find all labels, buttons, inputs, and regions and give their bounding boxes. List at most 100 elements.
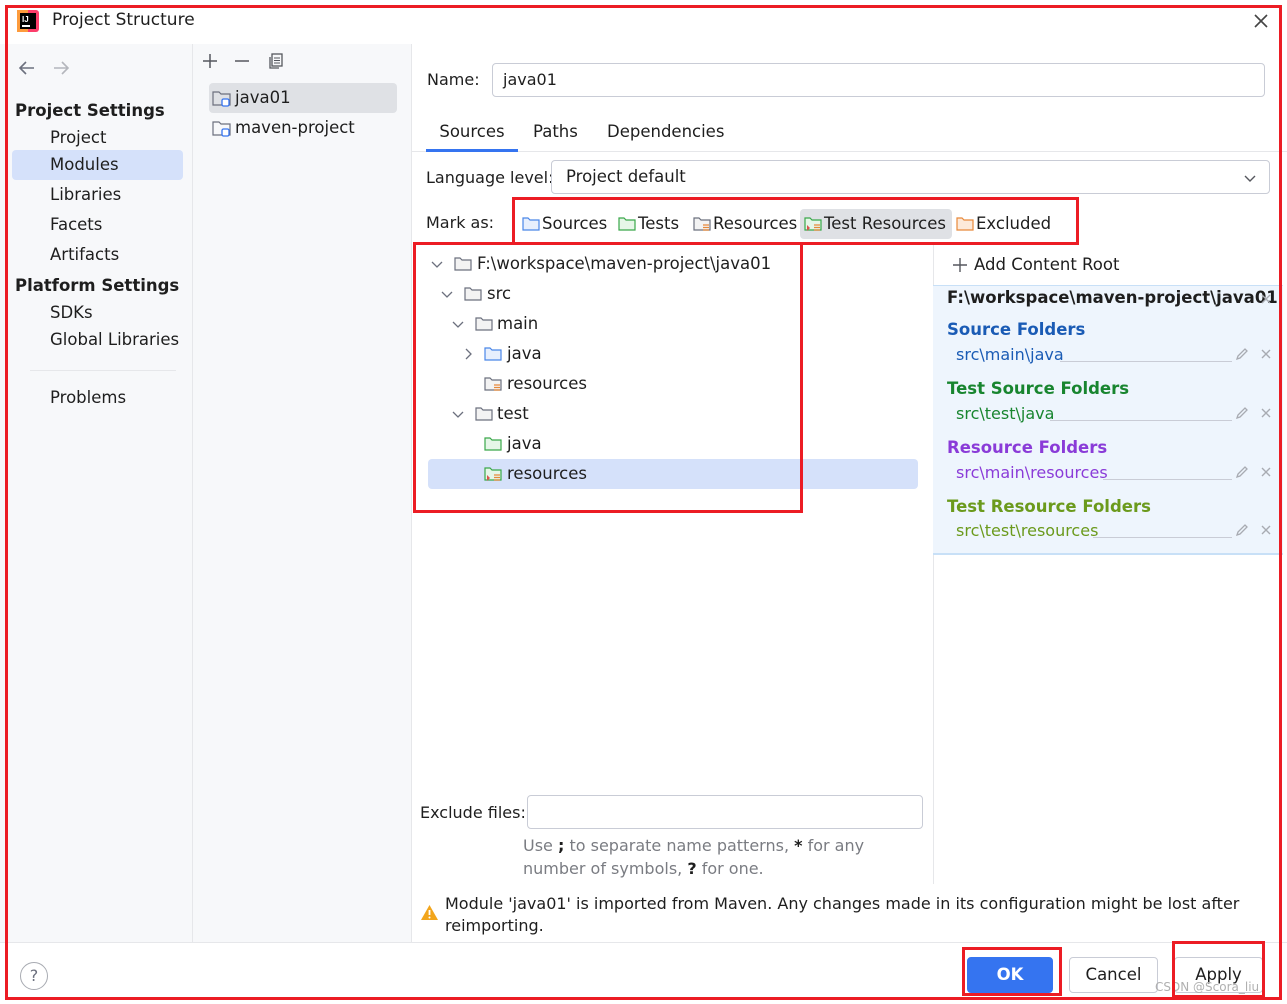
chevron-right-icon: [465, 348, 472, 360]
test-folder-icon: [618, 216, 636, 232]
content-root-path: F:\workspace\maven-project\java01: [947, 288, 1278, 307]
edit-test-resource-folder-button[interactable]: [1234, 522, 1250, 538]
source-folder-path: src\main\java: [956, 345, 1064, 364]
mark-test-resources-button[interactable]: Test Resources: [800, 209, 953, 239]
exclude-files-label: Exclude files:: [420, 803, 526, 822]
tree-row-test[interactable]: test: [451, 399, 921, 429]
source-folders-title: Source Folders: [947, 320, 1086, 339]
module-item-maven-project[interactable]: maven-project: [209, 113, 397, 143]
path-underline: [1103, 479, 1232, 480]
nav-divider: [30, 370, 176, 371]
edit-test-source-folder-button[interactable]: [1234, 405, 1250, 421]
mark-sources-label: Sources: [542, 214, 608, 233]
tree-label-test-java: java: [507, 434, 542, 453]
close-button[interactable]: [1248, 8, 1274, 34]
close-icon: [1261, 467, 1271, 477]
close-icon: [1261, 349, 1271, 359]
test-resource-folder-path: src\test\resources: [956, 521, 1099, 540]
mark-sources-button[interactable]: Sources: [518, 209, 613, 239]
tree-row-test-java[interactable]: java: [484, 429, 914, 459]
add-module-button[interactable]: [200, 51, 220, 71]
close-icon: [1261, 294, 1271, 304]
copy-module-button[interactable]: [266, 51, 286, 71]
maven-import-warning: Module 'java01' is imported from Maven. …: [420, 893, 1250, 937]
remove-module-button[interactable]: [232, 51, 252, 71]
cancel-button[interactable]: Cancel: [1069, 957, 1158, 993]
tab-sources[interactable]: Sources: [426, 122, 518, 152]
edit-source-folder-button[interactable]: [1234, 346, 1250, 362]
plus-icon: [203, 54, 217, 68]
path-underline: [1093, 537, 1232, 538]
folder-icon: [454, 257, 472, 271]
chevron-down-icon: [431, 261, 443, 268]
remove-source-folder-button[interactable]: [1258, 346, 1274, 362]
mark-tests-label: Tests: [638, 214, 680, 233]
add-content-root-button[interactable]: Add Content Root: [952, 254, 1119, 276]
nav-item-artifacts[interactable]: Artifacts: [12, 240, 183, 270]
tree-label-test: test: [497, 404, 529, 423]
test-resource-folder-icon: [484, 467, 502, 481]
nav-item-sdks[interactable]: SDKs: [12, 298, 183, 328]
excluded-folder-icon: [956, 216, 974, 232]
mark-tests-button[interactable]: Tests: [614, 209, 685, 239]
warning-icon: [420, 904, 439, 921]
close-icon: [1254, 14, 1268, 28]
nav-item-modules[interactable]: Modules: [12, 150, 183, 180]
pencil-icon: [1235, 524, 1248, 537]
language-level-label: Language level:: [426, 168, 554, 187]
resource-folder-path: src\main\resources: [956, 463, 1108, 482]
tree-label-root: F:\workspace\maven-project\java01: [477, 254, 772, 273]
language-level-select[interactable]: Project default: [551, 160, 1270, 194]
module-folder-icon: [212, 90, 232, 107]
tree-row-root[interactable]: F:\workspace\maven-project\java01: [430, 249, 920, 279]
nav-item-problems[interactable]: Problems: [12, 383, 183, 413]
copy-icon: [269, 53, 283, 69]
plus-icon: [953, 258, 967, 272]
help-button[interactable]: ?: [20, 962, 48, 990]
back-button[interactable]: [16, 58, 38, 78]
resource-folders-title: Resource Folders: [947, 438, 1108, 457]
window-title: Project Structure: [52, 10, 195, 30]
tree-label-main-resources: resources: [507, 374, 587, 393]
forward-button[interactable]: [50, 58, 72, 78]
remove-resource-folder-button[interactable]: [1258, 464, 1274, 480]
tree-row-main-resources[interactable]: resources: [484, 369, 914, 399]
hint-question: ?: [687, 859, 697, 878]
mark-excluded-button[interactable]: Excluded: [952, 209, 1057, 239]
nav-item-project[interactable]: Project: [12, 123, 183, 153]
nav-item-libraries[interactable]: Libraries: [12, 180, 183, 210]
tree-label-main-java: java: [507, 344, 542, 363]
test-resource-folder-icon: [804, 216, 822, 232]
ok-button[interactable]: OK: [967, 957, 1053, 993]
nav-item-global-libraries[interactable]: Global Libraries: [12, 325, 183, 355]
hint-text: Use: [523, 836, 558, 855]
tree-row-test-resources[interactable]: resources: [484, 459, 914, 489]
module-item-java01[interactable]: java01: [209, 83, 397, 113]
nav-item-facets[interactable]: Facets: [12, 210, 183, 240]
mark-as-label: Mark as:: [426, 213, 495, 232]
source-folder-icon: [522, 216, 540, 232]
remove-test-source-folder-button[interactable]: [1258, 405, 1274, 421]
remove-test-resource-folder-button[interactable]: [1258, 522, 1274, 538]
path-underline: [1050, 420, 1232, 421]
folder-icon: [475, 407, 493, 421]
chevron-down-icon: [441, 291, 453, 298]
edit-resource-folder-button[interactable]: [1234, 464, 1250, 480]
tree-row-main-java[interactable]: java: [461, 339, 921, 369]
tree-row-main[interactable]: main: [451, 309, 921, 339]
tree-row-src[interactable]: src: [440, 279, 920, 309]
tree-label-src: src: [487, 284, 512, 303]
tab-paths[interactable]: Paths: [533, 122, 578, 152]
folder-icon: [464, 287, 482, 301]
mark-test-resources-label: Test Resources: [824, 214, 947, 233]
close-icon: [1261, 408, 1271, 418]
mark-resources-button[interactable]: Resources: [689, 209, 803, 239]
tab-dependencies[interactable]: Dependencies: [607, 122, 724, 152]
remove-content-root-button[interactable]: [1258, 291, 1274, 307]
pencil-icon: [1235, 466, 1248, 479]
resource-folder-icon: [693, 216, 711, 232]
watermark: CSDN @Scora_liu: [1155, 980, 1260, 994]
close-icon: [1261, 525, 1271, 535]
exclude-files-input[interactable]: [527, 795, 923, 829]
module-name-input[interactable]: java01: [492, 63, 1265, 97]
